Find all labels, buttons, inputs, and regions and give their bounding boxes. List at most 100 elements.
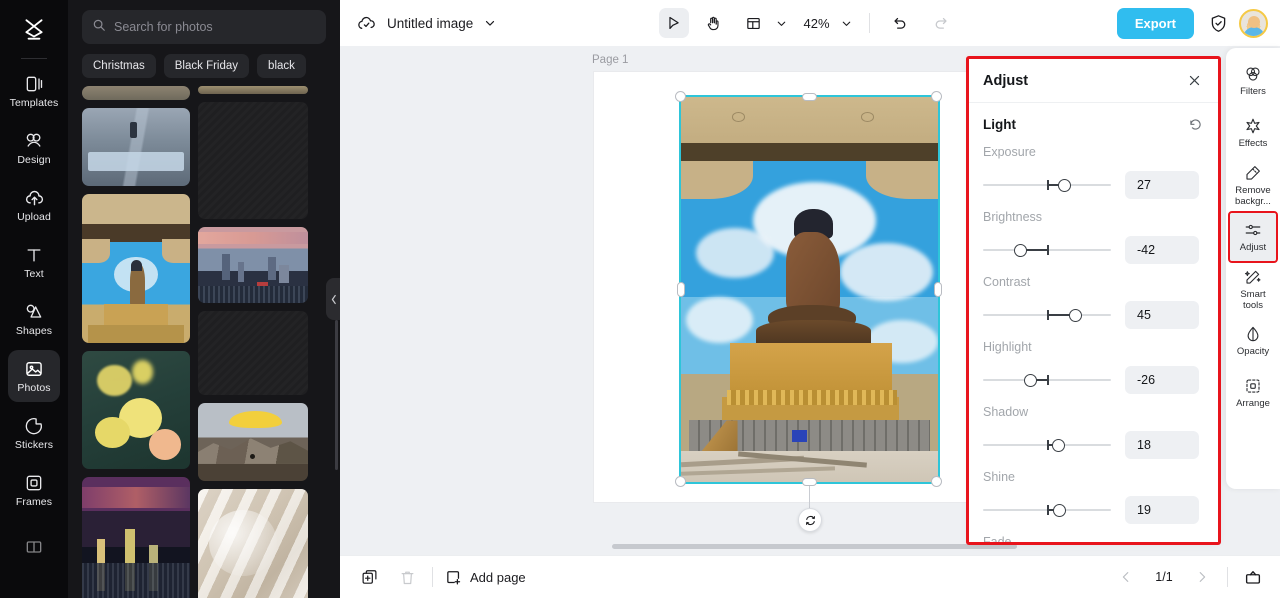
left-nav-rail: Templates Design Upload Text Shapes Phot… bbox=[0, 0, 68, 598]
value-shadow[interactable]: 18 bbox=[1125, 431, 1199, 459]
photo-thumbnail[interactable] bbox=[198, 86, 308, 94]
cloud-saved-icon[interactable] bbox=[356, 13, 377, 34]
photo-thumbnail[interactable] bbox=[198, 311, 308, 395]
slider-shadow[interactable] bbox=[983, 436, 1111, 454]
tag-chip[interactable]: Christmas bbox=[82, 54, 156, 78]
collapse-panel-handle[interactable] bbox=[326, 278, 340, 320]
resize-handle-bottom-right[interactable] bbox=[931, 476, 942, 487]
close-icon[interactable] bbox=[1184, 71, 1204, 91]
bottom-bar: Add page 1/1 bbox=[340, 555, 1280, 598]
sidebar-item-frames[interactable]: Frames bbox=[8, 464, 60, 516]
photo-thumbnail[interactable] bbox=[82, 477, 190, 598]
add-page-button[interactable]: Add page bbox=[445, 569, 526, 586]
tool-arrange[interactable]: Arrange bbox=[1228, 368, 1278, 418]
text-icon bbox=[23, 244, 45, 266]
value-brightness[interactable]: -42 bbox=[1125, 236, 1199, 264]
layout-chevron-down-icon[interactable] bbox=[775, 17, 788, 30]
tool-remove-background[interactable]: Remove backgr... bbox=[1228, 160, 1278, 210]
prev-page-button[interactable] bbox=[1113, 564, 1139, 590]
slider-thumb[interactable] bbox=[1057, 179, 1071, 192]
photo-thumbnail[interactable] bbox=[82, 86, 190, 100]
duplicate-page-button[interactable] bbox=[356, 564, 382, 590]
sidebar-item-shapes[interactable]: Shapes bbox=[8, 293, 60, 345]
tool-label: Opacity bbox=[1236, 346, 1270, 358]
value-highlight[interactable]: -26 bbox=[1125, 366, 1199, 394]
sidebar-item-label: Templates bbox=[9, 97, 59, 110]
photo-thumbnail[interactable] bbox=[198, 227, 308, 303]
slider-center-tick bbox=[1047, 180, 1049, 190]
resize-handle-top[interactable] bbox=[802, 93, 817, 101]
slider-thumb[interactable] bbox=[1052, 439, 1066, 452]
tool-adjust[interactable]: Adjust bbox=[1228, 211, 1278, 263]
search-input[interactable] bbox=[114, 20, 316, 34]
tag-chip[interactable]: Black Friday bbox=[163, 54, 250, 78]
slider-contrast[interactable] bbox=[983, 306, 1111, 324]
adjust-panel-header: Adjust bbox=[969, 59, 1218, 103]
reset-icon[interactable] bbox=[1186, 115, 1204, 133]
control-label: Exposure bbox=[983, 145, 1036, 159]
next-page-button[interactable] bbox=[1189, 564, 1215, 590]
page-label: Page 1 bbox=[592, 54, 629, 66]
value-contrast[interactable]: 45 bbox=[1125, 301, 1199, 329]
zoom-level[interactable]: 42% bbox=[804, 16, 830, 31]
slider-thumb[interactable] bbox=[1023, 374, 1037, 387]
sidebar-item-label: Text bbox=[24, 268, 44, 281]
tool-opacity[interactable]: Opacity bbox=[1228, 316, 1278, 366]
resize-handle-left[interactable] bbox=[677, 282, 685, 297]
photo-thumbnail[interactable] bbox=[82, 351, 190, 469]
chevron-down-icon[interactable] bbox=[483, 16, 497, 30]
sidebar-item-templates[interactable]: Templates bbox=[8, 65, 60, 117]
panel-scrollbar[interactable] bbox=[335, 320, 338, 470]
photo-thumbnail[interactable] bbox=[198, 403, 308, 481]
selected-image-element[interactable] bbox=[679, 95, 940, 484]
undo-button[interactable] bbox=[886, 8, 916, 38]
photo-thumbnail[interactable] bbox=[82, 194, 190, 343]
control-shine: Shine 19 bbox=[983, 470, 1204, 524]
search-icon bbox=[92, 18, 106, 37]
sidebar-item-photos[interactable]: Photos bbox=[8, 350, 60, 402]
tool-smart-tools[interactable]: Smart tools bbox=[1228, 264, 1278, 314]
delete-page-button[interactable] bbox=[394, 564, 420, 590]
slider-thumb[interactable] bbox=[1052, 504, 1066, 517]
sidebar-item-stickers[interactable]: Stickers bbox=[8, 407, 60, 459]
zoom-chevron-down-icon[interactable] bbox=[840, 17, 853, 30]
resize-handle-right[interactable] bbox=[934, 282, 942, 297]
sidebar-item-design[interactable]: Design bbox=[8, 122, 60, 174]
sidebar-item-upload[interactable]: Upload bbox=[8, 179, 60, 231]
tag-chip[interactable]: black bbox=[257, 54, 306, 78]
value-shine[interactable]: 19 bbox=[1125, 496, 1199, 524]
resize-handle-top-right[interactable] bbox=[931, 91, 942, 102]
rotate-handle[interactable] bbox=[798, 508, 822, 532]
redo-button[interactable] bbox=[926, 8, 956, 38]
slider-thumb[interactable] bbox=[1069, 309, 1083, 322]
document-title[interactable]: Untitled image bbox=[387, 16, 473, 31]
tool-effects[interactable]: Effects bbox=[1228, 108, 1278, 158]
export-button[interactable]: Export bbox=[1116, 7, 1194, 39]
capcut-logo-icon[interactable] bbox=[12, 8, 56, 52]
value-exposure[interactable]: 27 bbox=[1125, 171, 1199, 199]
photo-thumbnail[interactable] bbox=[198, 489, 308, 598]
canvas-horizontal-scrollbar[interactable] bbox=[612, 544, 1017, 549]
resize-handle-top-left[interactable] bbox=[675, 91, 686, 102]
slider-shine[interactable] bbox=[983, 501, 1111, 519]
photo-thumbnail[interactable] bbox=[198, 102, 308, 219]
slider-highlight[interactable] bbox=[983, 371, 1111, 389]
page-layout-button[interactable] bbox=[739, 8, 769, 38]
sidebar-item-label: Design bbox=[17, 154, 51, 167]
present-button[interactable] bbox=[1240, 564, 1266, 590]
hand-tool-button[interactable] bbox=[699, 8, 729, 38]
slider-exposure[interactable] bbox=[983, 176, 1111, 194]
select-tool-button[interactable] bbox=[658, 8, 689, 38]
slider-thumb[interactable] bbox=[1013, 244, 1027, 257]
photo-thumbnail[interactable] bbox=[82, 108, 190, 186]
resize-handle-bottom-left[interactable] bbox=[675, 476, 686, 487]
sidebar-item-text[interactable]: Text bbox=[8, 236, 60, 288]
tool-filters[interactable]: Filters bbox=[1228, 56, 1278, 106]
user-avatar[interactable] bbox=[1239, 8, 1268, 38]
slider-brightness[interactable] bbox=[983, 241, 1111, 259]
shield-check-icon[interactable] bbox=[1208, 13, 1229, 34]
sidebar-item-more[interactable] bbox=[8, 521, 60, 573]
search-box[interactable] bbox=[82, 10, 326, 44]
add-page-label: Add page bbox=[470, 569, 526, 585]
resize-handle-bottom[interactable] bbox=[802, 478, 817, 486]
